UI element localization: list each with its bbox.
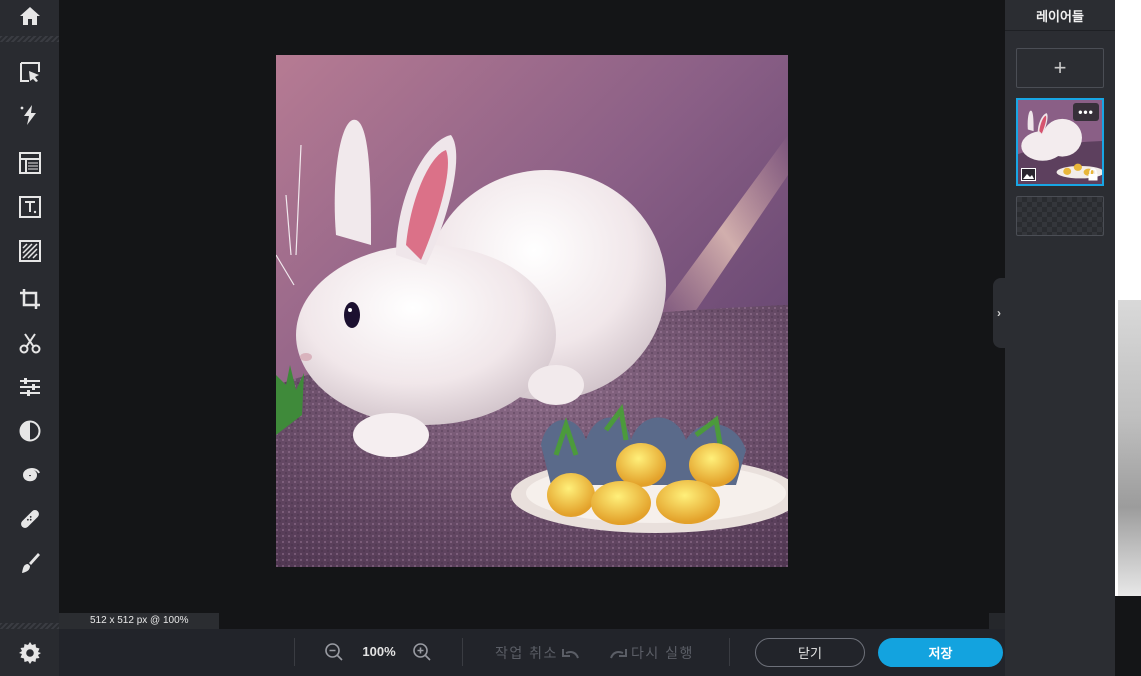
image-size-info: 512 x 512 px @ 100% [59, 613, 219, 629]
bottom-bar: 100% 작업 취소 다시 실행 닫기 저장 [0, 629, 1005, 676]
auto-fix-icon [19, 105, 36, 125]
ad-photo [1118, 300, 1141, 596]
texture-icon [18, 240, 41, 262]
layers-header-divider [1005, 30, 1115, 31]
arrange-tool-button[interactable] [0, 52, 59, 92]
text-tool-button[interactable] [0, 187, 59, 227]
lock-icon [1088, 168, 1098, 181]
texture-tool-button[interactable] [0, 231, 59, 271]
add-layer-button[interactable]: + [1016, 48, 1104, 88]
undo-label: 작업 취소 [495, 645, 558, 661]
liquify-tool-button[interactable] [0, 455, 59, 495]
select-arrange-icon [19, 62, 40, 82]
zoom-out-icon [325, 643, 343, 661]
rabbit-image [276, 55, 788, 567]
layer-thumbnail[interactable]: ••• [1016, 98, 1104, 186]
draw-tool-button[interactable] [0, 543, 59, 583]
zoom-in-button[interactable] [411, 641, 433, 663]
empty-layer-slot[interactable] [1016, 196, 1104, 236]
retouch-tool-button[interactable] [0, 499, 59, 539]
home-icon [19, 7, 40, 25]
gear-icon [18, 641, 41, 664]
home-button[interactable] [0, 0, 59, 32]
close-button[interactable]: 닫기 [755, 638, 865, 667]
undo-icon [561, 649, 579, 659]
bottom-divider [462, 638, 463, 666]
undo-button[interactable]: 작업 취소 [495, 643, 580, 663]
text-icon [18, 196, 41, 218]
layout-tool-button[interactable] [0, 143, 59, 183]
draw-icon [21, 553, 40, 573]
layers-panel: 레이어들 + ••• [1005, 0, 1115, 676]
settings-button[interactable] [0, 629, 59, 676]
adjust-tool-button[interactable] [0, 367, 59, 407]
ad-strip [1115, 0, 1141, 676]
toolbar-divider [0, 36, 59, 42]
save-button[interactable]: 저장 [878, 638, 1003, 667]
cutout-icon [19, 333, 40, 354]
crop-tool-button[interactable] [0, 279, 59, 319]
layout-icon [18, 152, 41, 174]
filter-tool-button[interactable] [0, 411, 59, 451]
bottom-divider [294, 638, 295, 666]
zoom-out-button[interactable] [323, 641, 345, 663]
photo-editor-app: 512 x 512 px @ 100% 100% 작업 취소 다시 실행 닫기 … [0, 0, 1141, 676]
cutout-tool-button[interactable] [0, 323, 59, 363]
left-toolbar [0, 0, 59, 676]
retouch-icon [20, 510, 39, 528]
redo-icon [610, 649, 627, 659]
liquify-icon [22, 468, 40, 482]
adjust-icon [19, 378, 40, 396]
ad-footer [1115, 596, 1141, 676]
panel-collapse-button[interactable]: › [993, 278, 1005, 348]
canvas-area[interactable]: 512 x 512 px @ 100% [59, 0, 1005, 629]
zoom-level: 100% [362, 644, 396, 659]
canvas-image[interactable] [276, 55, 788, 567]
redo-label: 다시 실행 [631, 645, 694, 661]
layers-title: 레이어들 [1036, 9, 1084, 24]
crop-icon [19, 289, 40, 309]
image-layer-icon [1021, 168, 1036, 181]
layer-menu-button[interactable]: ••• [1073, 103, 1099, 121]
zoom-in-icon [413, 643, 431, 661]
auto-fix-tool-button[interactable] [0, 95, 59, 135]
filter-icon [19, 420, 40, 442]
bottom-divider [729, 638, 730, 666]
redo-button[interactable]: 다시 실행 [609, 643, 694, 663]
scroll-corner [989, 613, 1005, 629]
